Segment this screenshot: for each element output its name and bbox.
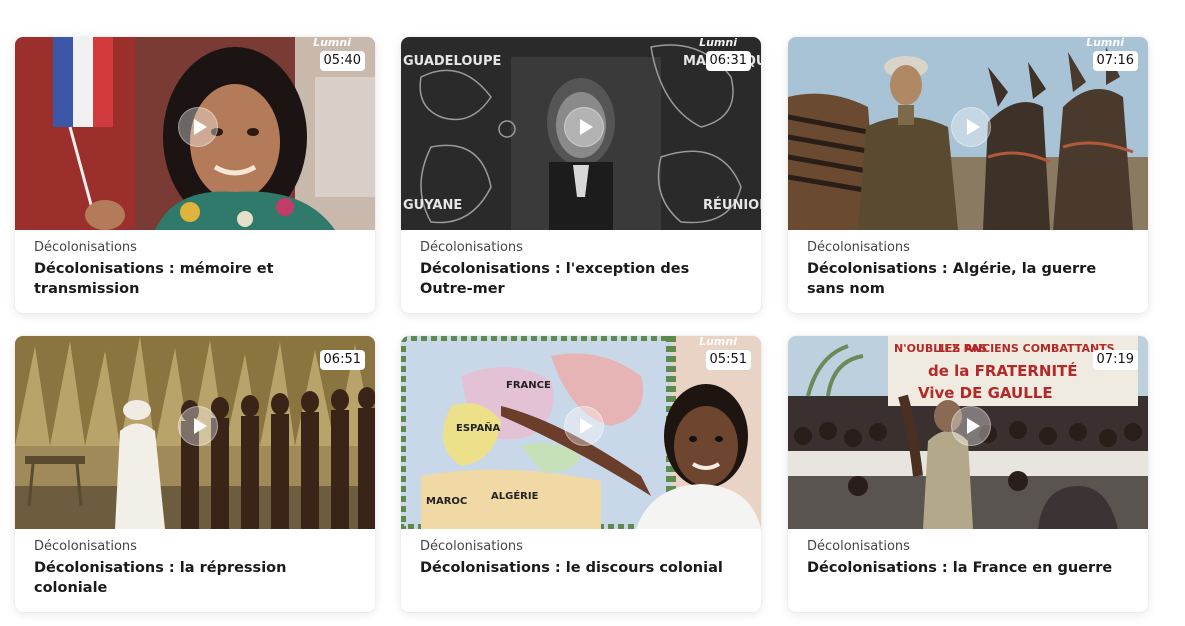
video-title[interactable]: Décolonisations : le discours colonial xyxy=(420,558,742,578)
play-icon xyxy=(580,418,593,434)
map-label: FRANCE xyxy=(506,380,551,391)
video-thumbnail[interactable]: FRANCE ESPAÑA MAROC ALGÉRIE Lumni 05:51 xyxy=(401,336,761,529)
lumni-logo: Lumni xyxy=(1086,37,1124,49)
play-icon xyxy=(580,119,593,135)
play-button[interactable] xyxy=(564,107,604,147)
map-label: RÉUNION xyxy=(703,197,761,213)
play-icon xyxy=(194,119,207,135)
video-category: Décolonisations xyxy=(807,539,910,554)
play-button[interactable] xyxy=(564,406,604,446)
video-title[interactable]: Décolonisations : mémoire et transmissio… xyxy=(34,259,356,299)
map-label: ALGÉRIE xyxy=(491,489,539,502)
video-card[interactable]: 06:51 Décolonisations Décolonisations : … xyxy=(15,336,375,612)
banner-text: de la FRATERNITÉ xyxy=(928,361,1078,380)
video-duration: 07:19 xyxy=(1092,350,1138,370)
video-thumbnail[interactable]: GUADELOUPE MARTINIQUE GUYANE RÉUNION Lum… xyxy=(401,37,761,230)
play-button[interactable] xyxy=(951,107,991,147)
video-category: Décolonisations xyxy=(807,240,910,255)
play-icon xyxy=(194,418,207,434)
video-title[interactable]: Décolonisations : la répression colonial… xyxy=(34,558,356,598)
video-duration: 06:31 xyxy=(705,51,751,71)
play-icon xyxy=(967,418,980,434)
banner-text: Vive DE GAULLE xyxy=(918,384,1053,402)
video-grid: Lumni 05:40 Décolonisations Décolonisati… xyxy=(0,0,1185,626)
map-label: GUADELOUPE xyxy=(403,54,501,69)
play-icon xyxy=(967,119,980,135)
video-title[interactable]: Décolonisations : Algérie, la guerre san… xyxy=(807,259,1129,299)
video-thumbnail[interactable]: 06:51 xyxy=(15,336,375,529)
map-label: GUYANE xyxy=(403,198,462,213)
video-title[interactable]: Décolonisations : la France en guerre xyxy=(807,558,1129,578)
video-card[interactable]: GUADELOUPE MARTINIQUE GUYANE RÉUNION Lum… xyxy=(401,37,761,313)
video-category: Décolonisations xyxy=(34,539,137,554)
video-category: Décolonisations xyxy=(420,240,523,255)
video-category: Décolonisations xyxy=(34,240,137,255)
lumni-logo: Lumni xyxy=(313,37,351,49)
video-category: Décolonisations xyxy=(420,539,523,554)
map-label: ESPAÑA xyxy=(456,421,501,434)
video-thumbnail[interactable]: N'OUBLIEZ PAS LES ANCIENS COMBATTANTS de… xyxy=(788,336,1148,529)
play-button[interactable] xyxy=(178,107,218,147)
video-card[interactable]: N'OUBLIEZ PAS LES ANCIENS COMBATTANTS de… xyxy=(788,336,1148,612)
lumni-logo: Lumni xyxy=(699,37,737,49)
video-card[interactable]: FRANCE ESPAÑA MAROC ALGÉRIE Lumni 05:51 … xyxy=(401,336,761,612)
play-button[interactable] xyxy=(951,406,991,446)
video-title[interactable]: Décolonisations : l'exception des Outre-… xyxy=(420,259,742,299)
video-thumbnail[interactable]: Lumni 07:16 xyxy=(788,37,1148,230)
video-card[interactable]: Lumni 07:16 Décolonisations Décolonisati… xyxy=(788,37,1148,313)
video-duration: 05:40 xyxy=(319,51,365,71)
video-duration: 05:51 xyxy=(705,350,751,370)
lumni-logo: Lumni xyxy=(699,336,737,348)
banner-text: LES ANCIENS COMBATTANTS xyxy=(938,342,1115,355)
video-card[interactable]: Lumni 05:40 Décolonisations Décolonisati… xyxy=(15,37,375,313)
video-thumbnail[interactable]: Lumni 05:40 xyxy=(15,37,375,230)
map-label: MAROC xyxy=(426,496,467,507)
play-button[interactable] xyxy=(178,406,218,446)
video-duration: 07:16 xyxy=(1092,51,1138,71)
video-duration: 06:51 xyxy=(319,350,365,370)
